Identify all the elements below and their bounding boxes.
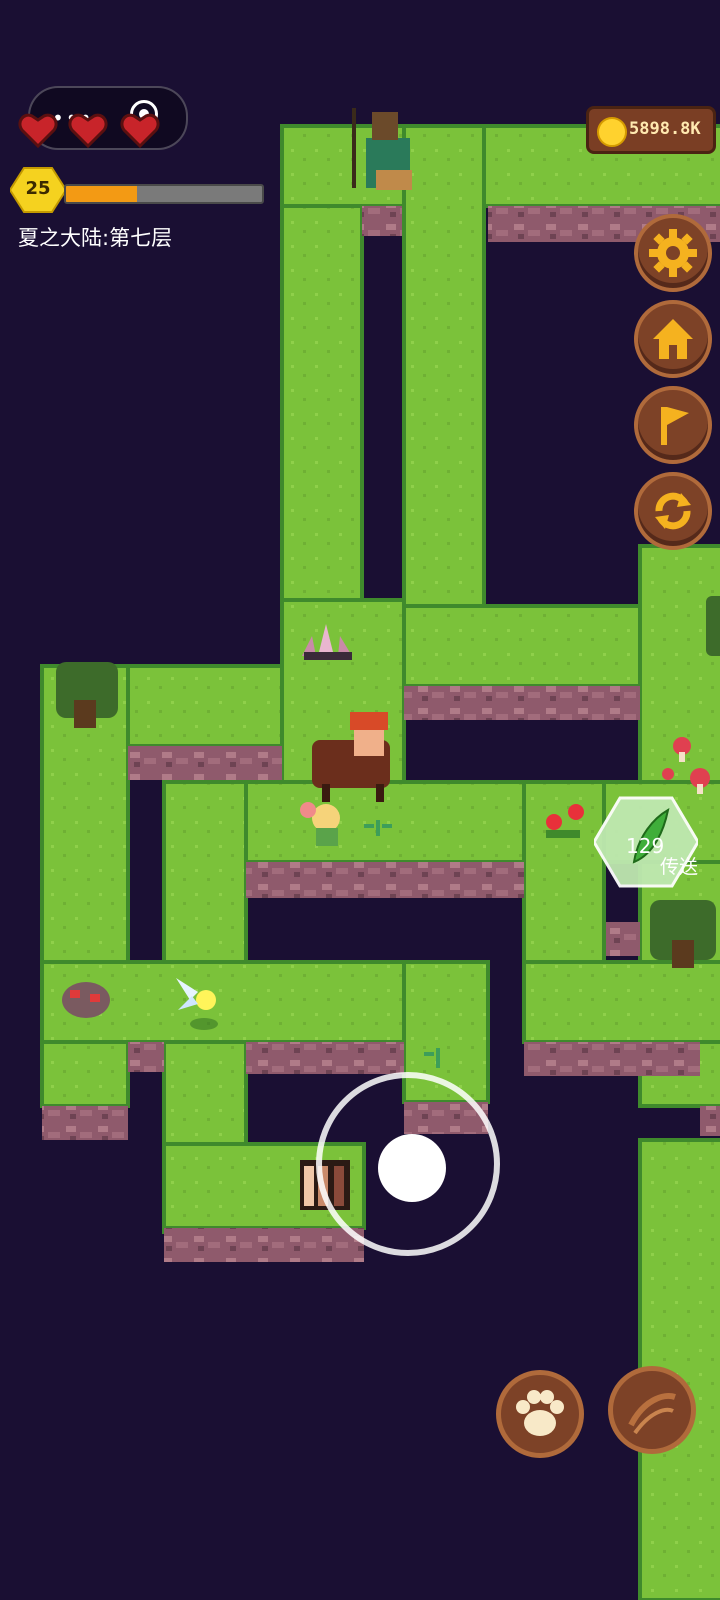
floor-label: 夏之大陆:第七层 — [18, 226, 173, 250]
xp-bar-fill — [66, 186, 137, 202]
game-stage[interactable]: ••• 25 夏之大陆:第七层 5898.8K — [0, 0, 720, 1600]
joystick-knob[interactable] — [378, 1134, 446, 1202]
attack-button[interactable] — [608, 1366, 696, 1454]
coin-counter: 5898.8K — [586, 106, 716, 154]
flag-icon — [661, 407, 689, 445]
tree-sprite — [706, 596, 720, 656]
home-button[interactable] — [634, 300, 712, 378]
heart-icon — [18, 113, 58, 148]
xp-bar — [64, 184, 264, 204]
pet-button[interactable] — [496, 1370, 584, 1458]
refresh-button[interactable] — [634, 472, 712, 550]
refresh-icon — [655, 492, 691, 530]
rock-enemy-sprite — [62, 982, 110, 1018]
slash-icon — [628, 1393, 676, 1435]
settings-button[interactable] — [634, 214, 712, 292]
coin-icon — [597, 117, 627, 147]
tree-sprite — [650, 900, 716, 968]
heart-icon — [120, 113, 160, 148]
level-number: 25 — [25, 178, 51, 199]
house-icon — [653, 319, 693, 359]
heart-icon — [68, 113, 108, 148]
teleport-label: 传送 — [660, 856, 699, 878]
coin-amount: 5898.8K — [629, 119, 701, 139]
gear-icon — [649, 229, 697, 277]
paw-icon — [516, 1390, 564, 1436]
flag-button[interactable] — [634, 386, 712, 464]
teleport-count: 129 — [626, 834, 665, 858]
